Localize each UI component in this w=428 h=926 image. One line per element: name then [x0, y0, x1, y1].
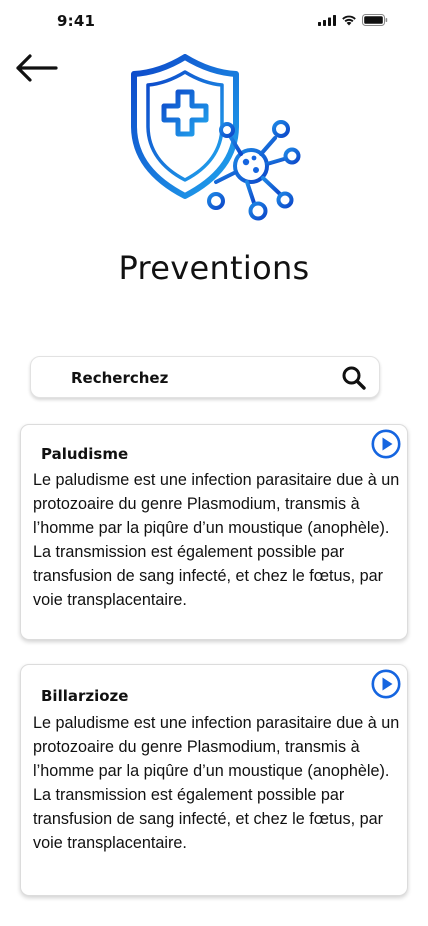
- search-box[interactable]: [30, 356, 380, 398]
- arrow-left-icon: [16, 54, 58, 82]
- search-input[interactable]: [71, 365, 331, 391]
- prevention-card[interactable]: Paludisme Le paludisme est une infection…: [20, 424, 408, 640]
- wifi-icon: [342, 15, 356, 26]
- play-button-icon[interactable]: [371, 669, 401, 699]
- prevention-illustration: [130, 54, 302, 226]
- card-description: Le paludisme est une infection parasitai…: [33, 714, 400, 852]
- play-button-icon[interactable]: [371, 429, 401, 459]
- back-button[interactable]: [12, 50, 62, 90]
- shield-virus-icon: [131, 54, 301, 221]
- status-time: 9:41: [57, 12, 96, 30]
- status-bar: 9:41: [0, 0, 428, 44]
- card-title: Paludisme: [41, 445, 129, 463]
- prevention-card[interactable]: Billarzioze Le paludisme est une infecti…: [20, 664, 408, 896]
- search-icon[interactable]: [341, 365, 367, 391]
- card-title: Billarzioze: [41, 687, 129, 705]
- card-description: Le paludisme est une infection parasitai…: [33, 471, 400, 609]
- page-title: Preventions: [118, 249, 310, 288]
- cellular-signal-icon: [318, 14, 336, 26]
- status-icons: [318, 14, 388, 26]
- battery-icon: [362, 14, 388, 26]
